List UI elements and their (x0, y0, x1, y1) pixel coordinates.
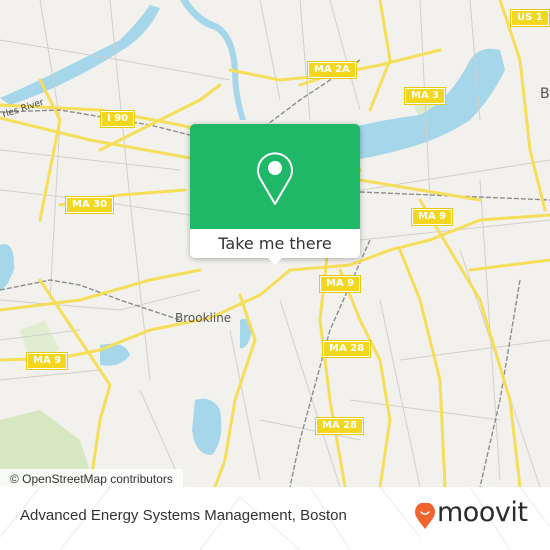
map-attribution[interactable]: © OpenStreetMap contributors (0, 469, 183, 487)
route-shield-ma3: MA 3 (403, 87, 447, 105)
route-shield-ma9-center: MA 9 (318, 275, 362, 293)
route-shield-ma30: MA 30 (64, 196, 115, 214)
popup-header (190, 124, 360, 229)
moovit-wordmark: moovit (437, 497, 528, 528)
route-shield-ma9-east: MA 9 (410, 208, 454, 226)
route-shield-us1: US 1 (510, 9, 550, 27)
route-shield-ma28-north: MA 28 (321, 340, 372, 358)
brookline-label: Brookline (175, 311, 232, 325)
location-popup: Take me there (190, 124, 360, 265)
location-title: Advanced Energy Systems Management, Bost… (20, 507, 347, 524)
boston-label: B (540, 86, 550, 102)
popup-pointer (268, 258, 282, 265)
take-me-there-button[interactable]: Take me there (190, 229, 360, 258)
footer: Advanced Energy Systems Management, Bost… (0, 487, 550, 550)
route-shield-ma2a: MA 2A (307, 61, 357, 79)
map-pin-icon (257, 152, 293, 205)
route-shield-ma9-west: MA 9 (25, 352, 69, 370)
route-shield-i90: I 90 (99, 110, 136, 128)
map[interactable]: rles River Brookline B US 1 MA 2A MA 3 I… (0, 0, 550, 487)
route-shield-ma28-south: MA 28 (314, 417, 365, 435)
moovit-pin-icon (415, 503, 435, 529)
